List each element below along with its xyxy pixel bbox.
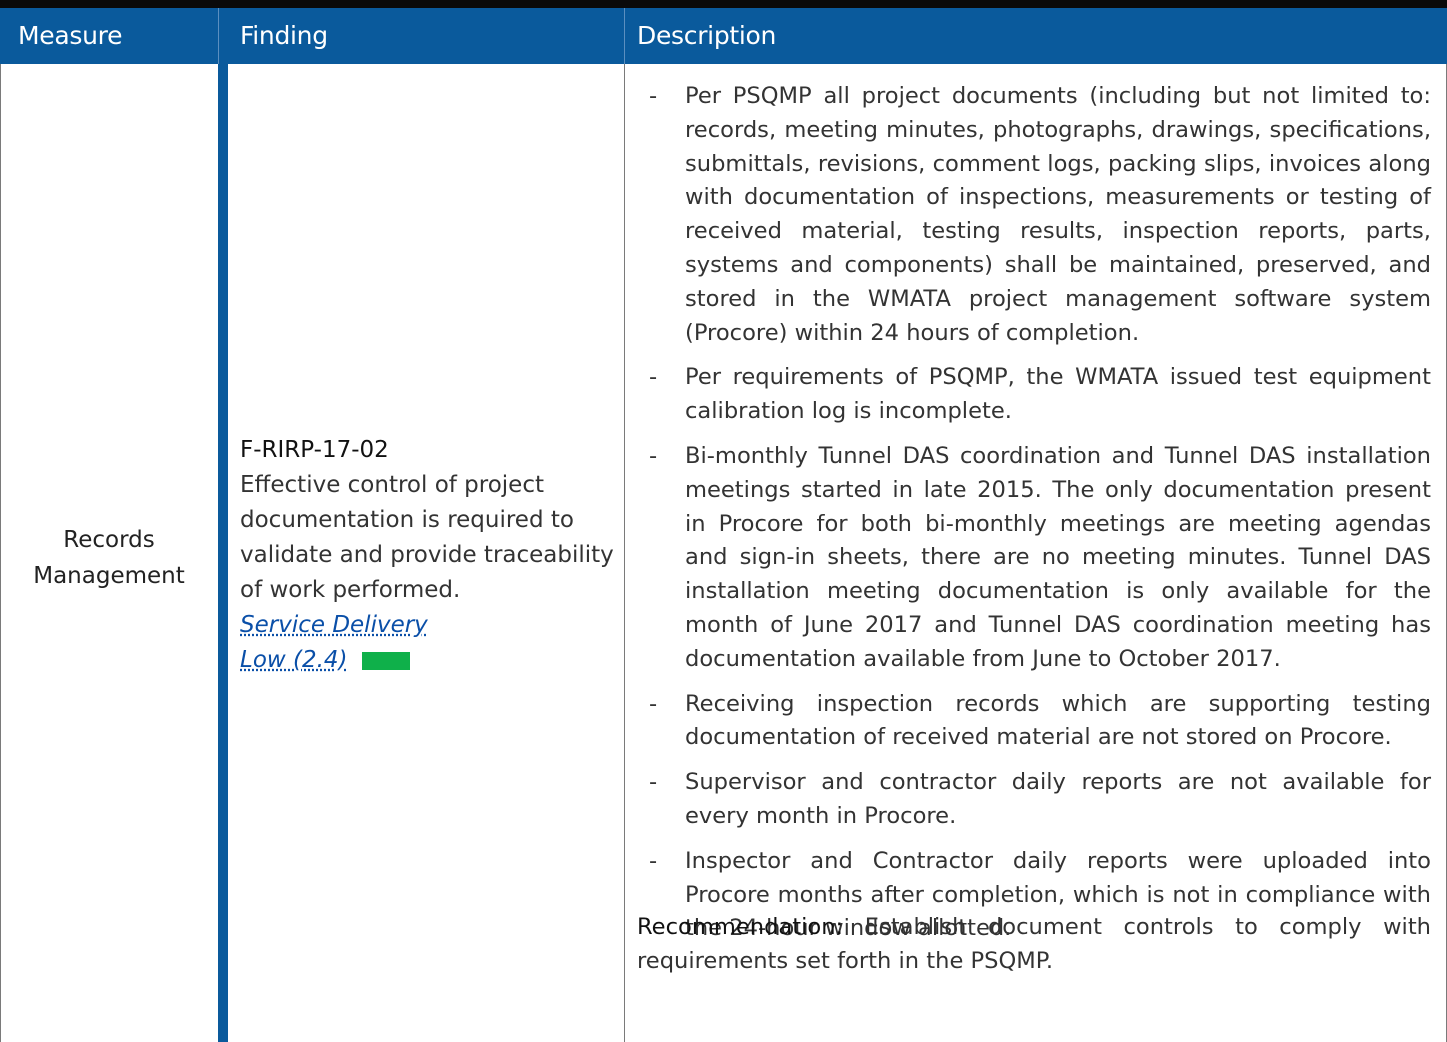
finding-id: F-RIRP-17-02 [240, 437, 389, 463]
description-list: - Per PSQMP all project documents (includ… [649, 80, 1431, 957]
recommendation-label: Recommendation: [637, 914, 844, 940]
finding-text: Effective control of project documentati… [240, 472, 614, 603]
risk-link[interactable]: Low (2.4) [240, 647, 348, 673]
list-item: - Bi-monthly Tunnel DAS coordination and … [649, 442, 1431, 672]
risk-indicator [361, 651, 410, 670]
list-item: - Per requirements of PSQMP, the WMATA is… [649, 364, 1431, 425]
list-item: - Per PSQMP all project documents (includ… [649, 83, 1431, 346]
finding-cell: F-RIRP-17-02 Effective control of projec… [240, 433, 620, 678]
finding-accent-bar [218, 64, 228, 1042]
header-divider [624, 8, 625, 64]
top-border [0, 0, 1447, 8]
recommendation: Recommendation: Establish document contr… [637, 911, 1431, 979]
header-divider [218, 8, 219, 64]
category-link[interactable]: Service Delivery [240, 608, 620, 643]
list-item: - Supervisor and contractor daily reports… [649, 769, 1431, 829]
column-divider [624, 64, 625, 1042]
header-description: Description [637, 21, 777, 50]
findings-table: Measure Finding Description Records Mana… [0, 0, 1447, 1042]
list-item: - Receiving inspection records which are … [649, 690, 1431, 751]
header-measure: Measure [18, 21, 123, 50]
header-finding: Finding [240, 21, 328, 50]
measure-cell: Records Management [33, 527, 185, 589]
